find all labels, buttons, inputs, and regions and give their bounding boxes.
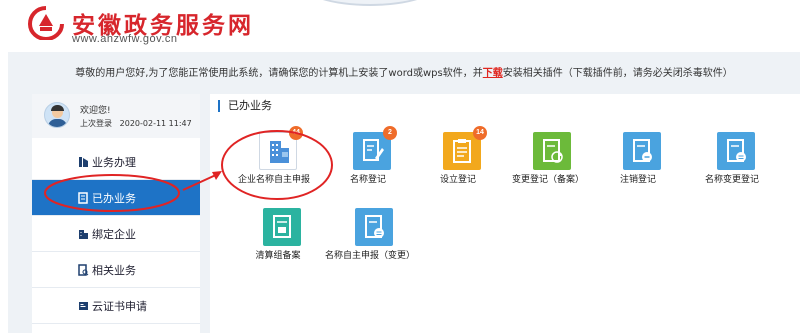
sidebar-item-related[interactable]: 相关业务 — [32, 252, 200, 288]
logo-icon[interactable] — [26, 6, 66, 40]
main-panel: 已办业务 44 企业名称自主申报 2 名称登记 14 设立登记 变更登记（备案）… — [210, 94, 800, 333]
page-title: 已办业务 — [218, 100, 272, 112]
tile-label: 变更登记（备案） — [511, 175, 584, 185]
tile-icon-box — [355, 208, 393, 246]
tile-badge: 2 — [383, 126, 397, 140]
sidebar-item-label: 相关业务 — [92, 263, 136, 277]
sidebar-item-label: 业务办理 — [92, 155, 136, 169]
sidebar: 欢迎您! 上次登录 2020-02-11 11:47 业务办理 已办业务 绑定企… — [32, 94, 200, 333]
tile-name-self-declare[interactable]: 44 企业名称自主申报 — [228, 126, 318, 202]
tile-cancellation-registration[interactable]: 注销登记 — [592, 132, 682, 202]
list-document-icon — [727, 139, 746, 162]
site-header: 安徽政务服务网 www.ahzwfw.gov.cn — [0, 0, 800, 48]
tile-badge: 44 — [289, 126, 303, 140]
list-document-icon — [365, 215, 384, 238]
last-login-label: 上次登录 — [80, 119, 112, 128]
tile-label: 注销登记 — [619, 175, 656, 185]
welcome-text: 欢迎您! — [80, 106, 111, 116]
tile-change-registration[interactable]: 变更登记（备案） — [502, 132, 592, 202]
sidebar-item-bind-company[interactable]: 绑定企业 — [32, 216, 200, 252]
tile-label: 设立登记 — [439, 175, 476, 185]
folder-icon — [79, 157, 88, 167]
search-document-icon — [78, 264, 89, 276]
tile-label: 名称变更登记 — [704, 175, 759, 185]
last-login-time: 2020-02-11 11:47 — [119, 119, 192, 128]
notice-bar: 尊敬的用户您好,为了您能正常使用此系统，请确保您的计算机上安装了word或wps… — [8, 64, 800, 84]
archive-document-icon — [273, 215, 291, 238]
building-icon — [79, 230, 88, 239]
header-decoration — [300, 0, 440, 6]
download-link[interactable]: 下载 — [483, 68, 503, 79]
tile-name-registration[interactable]: 2 名称登记 — [322, 126, 412, 202]
certificate-icon — [79, 302, 88, 310]
notice-text-prefix: 尊敬的用户您好,为了您能正常使用此系统，请确保您的计算机上安装了word或wps… — [75, 68, 483, 79]
tile-label: 名称自主申报（变更） — [324, 251, 415, 261]
sidebar-item-completed[interactable]: 已办业务 — [32, 180, 200, 216]
tile-establishment-registration[interactable]: 14 设立登记 — [412, 126, 502, 202]
sidebar-item-certificate[interactable]: 云证书申请 — [32, 288, 200, 324]
tile-icon-box — [263, 208, 301, 246]
site-url: www.ahzwfw.gov.cn — [72, 33, 178, 45]
tile-label: 清算组备案 — [255, 251, 301, 261]
tile-name-self-declare-change[interactable]: 名称自主申报（变更） — [324, 208, 415, 278]
tile-icon-box — [717, 132, 755, 170]
notice-text-suffix: 安装相关插件（下载插件前，请务必关闭杀毒软件） — [502, 68, 733, 79]
tile-icon-box — [533, 132, 571, 170]
tile-liquidation-filing[interactable]: 清算组备案 — [232, 208, 322, 278]
last-login: 上次登录 2020-02-11 11:47 — [80, 118, 192, 129]
tile-label: 名称登记 — [349, 175, 386, 185]
sidebar-item-label: 已办业务 — [92, 191, 136, 205]
sidebar-item-business[interactable]: 业务办理 — [32, 144, 200, 180]
sidebar-item-label: 绑定企业 — [92, 227, 136, 241]
user-card: 欢迎您! 上次登录 2020-02-11 11:47 — [32, 94, 200, 138]
tile-badge: 14 — [473, 126, 487, 140]
sidebar-item-label: 云证书申请 — [92, 299, 147, 313]
tile-label: 企业名称自主申报 — [237, 175, 310, 185]
tile-icon-box — [623, 132, 661, 170]
document-icon — [78, 192, 88, 204]
refresh-document-icon — [543, 139, 563, 163]
tile-name-change-registration[interactable]: 名称变更登记 — [686, 132, 776, 202]
avatar — [44, 102, 70, 128]
cancel-document-icon — [633, 139, 652, 162]
